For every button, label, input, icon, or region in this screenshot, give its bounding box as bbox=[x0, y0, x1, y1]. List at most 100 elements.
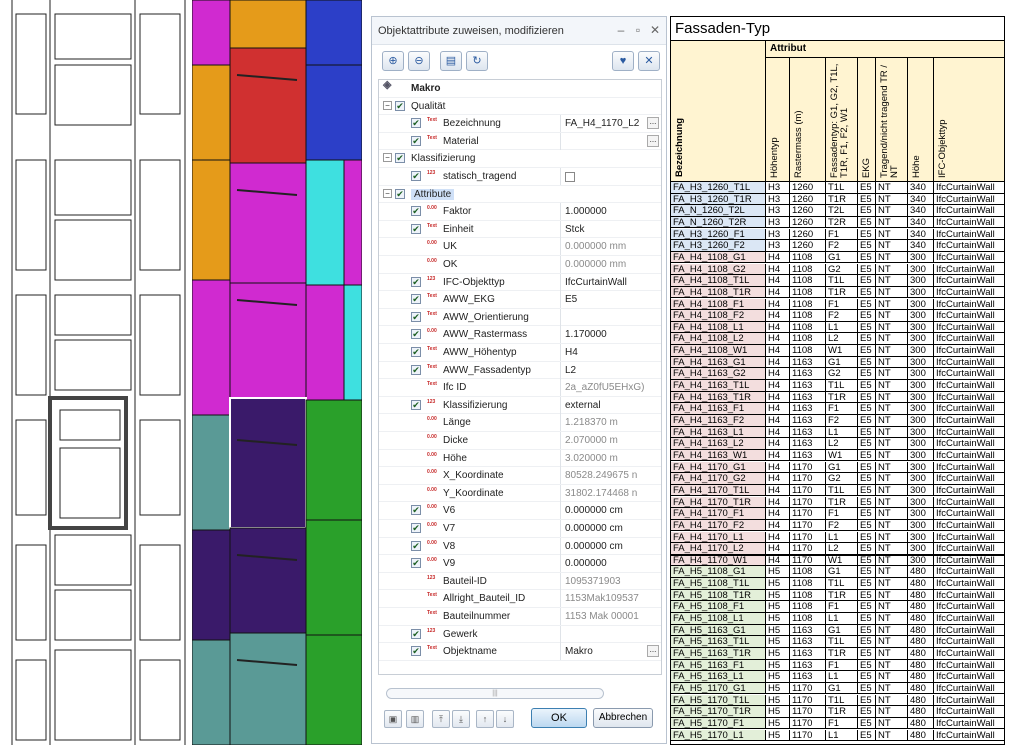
table-row[interactable]: FA_H4_1163_G1 H4 1163 G1 E5 NT 300 IfcCurtainWa… bbox=[671, 356, 1004, 369]
checkbox[interactable]: ✔ bbox=[411, 223, 421, 234]
column-header[interactable]: Fassadentyp: G1, G2, T1L, T1R, F1, F2, W… bbox=[825, 58, 857, 182]
attribute-row[interactable]: 0.00 Höhe 3.020000 m bbox=[379, 449, 661, 468]
save-file-icon[interactable]: ▥ bbox=[406, 710, 424, 728]
maximize-icon[interactable]: ▫ bbox=[631, 23, 645, 37]
table-row[interactable]: FA_H4_1170_T1L H4 1170 T1L E5 NT 300 IfcCurtain… bbox=[671, 484, 1004, 497]
minimize-icon[interactable]: – bbox=[614, 23, 628, 37]
table-row[interactable]: FA_H5_1108_G1 H5 1108 G1 E5 NT 480 IfcCurtainWa… bbox=[671, 566, 1004, 578]
table-row[interactable]: FA_H4_1108_F1 H4 1108 F1 E5 NT 300 IfcCurtainWa… bbox=[671, 298, 1004, 310]
table-row[interactable]: FA_H4_1108_G1 H4 1108 G1 E5 NT 300 IfcCurtainWa… bbox=[671, 251, 1004, 264]
table-row[interactable]: FA_H3_1260_T1R H3 1260 T1R E5 NT 340 IfcCurtain… bbox=[671, 193, 1004, 206]
favorites-add-button[interactable]: ♥ bbox=[612, 51, 634, 71]
collapse-icon[interactable]: − bbox=[383, 100, 392, 110]
attribute-value[interactable]: external bbox=[560, 396, 661, 414]
attribute-row[interactable]: ✔ Text AWW_EKG E5 bbox=[379, 291, 661, 309]
attribute-row[interactable]: ✔ 0.00 AWW_Rastermass 1.170000 bbox=[379, 326, 661, 344]
checkbox[interactable]: ✔ bbox=[395, 100, 405, 111]
column-header[interactable]: IFC-Objekttyp bbox=[933, 58, 1004, 182]
cancel-button[interactable]: Abbrechen bbox=[593, 708, 653, 728]
attribute-row[interactable]: 0.00 Y_Koordinate 31802.174468 n bbox=[379, 484, 661, 503]
table-row[interactable]: FA_H4_1108_W1 H4 1108 W1 E5 NT 300 IfcCurtainWa… bbox=[671, 345, 1004, 357]
table-row[interactable]: FA_H5_1170_G1 H5 1170 G1 E5 NT 480 IfcCurtainWa… bbox=[671, 682, 1004, 695]
table-row[interactable]: FA_H4_1163_L2 H4 1163 L2 E5 NT 300 IfcCurtainWa… bbox=[671, 438, 1004, 450]
attribute-row[interactable]: ✔ 0.00 V7 0.000000 cm bbox=[379, 520, 661, 538]
checkbox[interactable]: ✔ bbox=[411, 558, 421, 569]
table-row[interactable]: FA_H5_1163_G1 H5 1163 G1 E5 NT 480 IfcCurtainWa… bbox=[671, 624, 1004, 637]
table-row[interactable]: FA_H4_1163_W1 H4 1163 W1 E5 NT 300 IfcCurtainWa… bbox=[671, 449, 1004, 462]
attribute-row[interactable]: − ✔ Attribute bbox=[379, 186, 661, 204]
table-row[interactable]: FA_N_1260_T2L H3 1260 T2L E5 NT 340 IfcCurtainW… bbox=[671, 205, 1004, 217]
attribute-row[interactable]: 0.00 X_Koordinate 80528.249675 n bbox=[379, 467, 661, 485]
table-row[interactable]: FA_H3_1260_F2 H3 1260 F2 E5 NT 340 IfcCurtainWa… bbox=[671, 240, 1004, 252]
attribute-value[interactable] bbox=[560, 308, 661, 326]
attribute-row[interactable]: ✔ Text Einheit Stck bbox=[379, 220, 661, 239]
checkbox[interactable]: ✔ bbox=[411, 646, 421, 657]
refresh-attributes-button[interactable]: ↻ bbox=[466, 51, 488, 71]
ok-button[interactable]: OK bbox=[531, 708, 587, 728]
column-header[interactable]: Höhe bbox=[907, 58, 933, 182]
table-row[interactable]: FA_H4_1163_T1R H4 1163 T1R E5 NT 300 IfcCurtain… bbox=[671, 391, 1004, 404]
table-row[interactable]: FA_H5_1163_T1L H5 1163 T1L E5 NT 480 IfcCurtain… bbox=[671, 636, 1004, 648]
attribute-row[interactable]: 0.00 Länge 1.218370 m bbox=[379, 414, 661, 432]
checkbox[interactable]: ✔ bbox=[411, 540, 421, 551]
attribute-row[interactable]: ✔ Text Material... bbox=[379, 132, 661, 151]
colored-3d-view[interactable] bbox=[191, 0, 363, 746]
attribute-row[interactable]: ◈ Makro bbox=[379, 80, 661, 98]
attribute-row[interactable]: Text Ifc ID 2a_aZ0fU5EHxG) bbox=[379, 379, 661, 397]
checkbox[interactable]: ✔ bbox=[411, 523, 421, 533]
table-row[interactable]: FA_H4_1163_G2 H4 1163 G2 E5 NT 300 IfcCurtainWa… bbox=[671, 368, 1004, 380]
table-row[interactable]: FA_H4_1170_G1 H4 1170 G1 E5 NT 300 IfcCurtainWa… bbox=[671, 461, 1004, 474]
collapse-icon[interactable]: − bbox=[383, 153, 392, 163]
attribute-row[interactable]: ✔ 123 Klassifizierung external bbox=[379, 396, 661, 415]
move-down-icon[interactable]: ↓ bbox=[496, 710, 514, 728]
attribute-value[interactable]: Makro bbox=[560, 643, 661, 661]
table-row[interactable]: FA_H3_1260_T1L H3 1260 T1L E5 NT 340 IfcCurtain… bbox=[671, 182, 1004, 194]
checkbox[interactable]: ✔ bbox=[411, 329, 421, 340]
table-row[interactable]: FA_H5_1163_F1 H5 1163 F1 E5 NT 480 IfcCurtainWa… bbox=[671, 659, 1004, 672]
attribute-row[interactable]: ✔ Text AWW_Höhentyp H4 bbox=[379, 344, 661, 362]
attribute-value[interactable]: 0.000000 cm bbox=[560, 537, 661, 555]
checkbox[interactable]: ✔ bbox=[411, 135, 421, 146]
attribute-value[interactable]: Stck bbox=[560, 220, 661, 238]
checkbox[interactable]: ✔ bbox=[411, 171, 421, 181]
open-file-icon[interactable]: ▣ bbox=[384, 710, 402, 728]
checkbox[interactable]: ✔ bbox=[411, 276, 421, 287]
table-row[interactable]: FA_H4_1163_L1 H4 1163 L1 E5 NT 300 IfcCurtainWa… bbox=[671, 426, 1004, 439]
attribute-row[interactable]: ✔ 0.00 V8 0.000000 cm bbox=[379, 537, 661, 556]
move-bottom-icon[interactable]: ⤓ bbox=[452, 710, 470, 728]
attribute-row[interactable]: 123 Bauteil-ID 1095371903 bbox=[379, 572, 661, 591]
browse-button[interactable]: ... bbox=[647, 134, 659, 147]
attribute-row[interactable]: ✔ 123 statisch_tragend bbox=[379, 168, 661, 186]
table-row[interactable]: FA_H5_1108_L1 H5 1108 L1 E5 NT 480 IfcCurtainWa… bbox=[671, 613, 1004, 625]
attribute-row[interactable]: − ✔ Klassifizierung bbox=[379, 150, 661, 168]
value-checkbox[interactable] bbox=[565, 172, 575, 182]
table-row[interactable]: FA_H5_1163_L1 H5 1163 L1 E5 NT 480 IfcCurtainWa… bbox=[671, 671, 1004, 683]
table-row[interactable]: FA_H4_1170_W1 H4 1170 W1 E5 NT 300 IfcCurtainWa… bbox=[671, 554, 1004, 567]
horizontal-scrollbar[interactable]: ||| bbox=[386, 688, 604, 699]
favorites-remove-button[interactable]: ✕ bbox=[638, 51, 660, 71]
table-row[interactable]: FA_H4_1108_T1R H4 1108 T1R E5 NT 300 IfcCurtain… bbox=[671, 286, 1004, 299]
table-row[interactable]: FA_H4_1108_G2 H4 1108 G2 E5 NT 300 IfcCurtainWa… bbox=[671, 263, 1004, 276]
attribute-row[interactable]: ✔ Text AWW_Fassadentyp L2 bbox=[379, 361, 661, 380]
browse-button[interactable]: ... bbox=[647, 645, 659, 658]
column-header[interactable]: Rastermass (m) bbox=[789, 58, 825, 182]
attribute-value[interactable]: 0.000000 bbox=[560, 555, 661, 573]
table-row[interactable]: FA_H4_1170_F1 H4 1170 F1 E5 NT 300 IfcCurtainWa… bbox=[671, 508, 1004, 520]
table-row[interactable]: FA_H5_1108_T1L H5 1108 T1L E5 NT 480 IfcCurtain… bbox=[671, 578, 1004, 590]
checkbox[interactable]: ✔ bbox=[411, 628, 421, 639]
table-row[interactable]: FA_H4_1108_F2 H4 1108 F2 E5 NT 300 IfcCurtainWa… bbox=[671, 310, 1004, 322]
table-row[interactable]: FA_H4_1170_F2 H4 1170 F2 E5 NT 300 IfcCurtainWa… bbox=[671, 519, 1004, 532]
attribute-row[interactable]: 0.00 OK 0.000000 mm bbox=[379, 256, 661, 274]
attribute-value[interactable]: E5 bbox=[560, 291, 661, 309]
close-icon[interactable]: ✕ bbox=[648, 23, 662, 37]
table-row[interactable]: FA_H4_1163_F1 H4 1163 F1 E5 NT 300 IfcCurtainWa… bbox=[671, 403, 1004, 415]
table-row[interactable]: FA_H4_1108_T1L H4 1108 T1L E5 NT 300 IfcCurtain… bbox=[671, 275, 1004, 287]
attribute-value[interactable]: 1.000000 bbox=[560, 203, 661, 221]
attribute-value[interactable]: IfcCurtainWall bbox=[560, 273, 661, 291]
table-row[interactable]: FA_H5_1170_L1 H5 1170 L1 E5 NT 480 IfcCurtainWa… bbox=[671, 729, 1004, 742]
attribute-row[interactable]: ✔ 0.00 Faktor 1.000000 bbox=[379, 203, 661, 221]
table-row[interactable]: FA_H4_1170_L1 H4 1170 L1 E5 NT 300 IfcCurtainWa… bbox=[671, 531, 1004, 543]
table-row[interactable]: FA_H5_1170_T1R H5 1170 T1R E5 NT 480 IfcCurtain… bbox=[671, 706, 1004, 718]
wireframe-3d-view[interactable] bbox=[0, 0, 192, 745]
table-row[interactable]: FA_H4_1163_F2 H4 1163 F2 E5 NT 300 IfcCurtainWa… bbox=[671, 415, 1004, 427]
